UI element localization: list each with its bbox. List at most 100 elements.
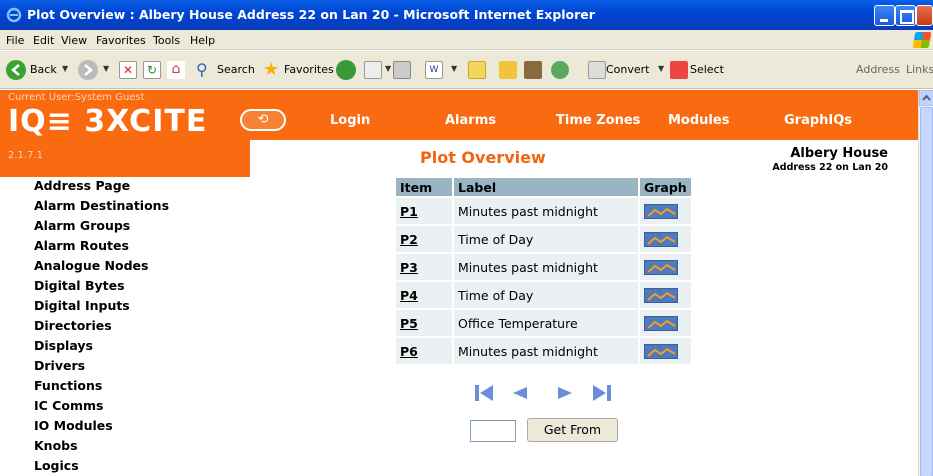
version-number: 2.1.7.1	[8, 150, 43, 161]
nav-alarms[interactable]: Alarms	[445, 113, 496, 128]
sidebar-item-digital-bytes[interactable]: Digital Bytes	[34, 277, 234, 297]
sidebar-item-alarm-destinations[interactable]: Alarm Destinations	[34, 197, 234, 217]
back-arrow-icon[interactable]	[6, 60, 26, 80]
menu-file[interactable]: File	[6, 34, 24, 47]
forward-dropdown-icon[interactable]: ▼	[103, 64, 109, 73]
nav-login[interactable]: Login	[330, 113, 370, 128]
plot-link-p1[interactable]: P1	[400, 204, 418, 219]
window-title-bar: Plot Overview : Albery House Address 22 …	[0, 0, 933, 30]
app-header: Current User:System Guest IQ≡ 3XCITE 2.1…	[0, 90, 918, 177]
research-icon[interactable]	[524, 61, 542, 79]
print-icon[interactable]	[393, 61, 411, 79]
iqe-3xcite-logo: IQ≡ 3XCITE	[8, 104, 208, 139]
minimize-button[interactable]	[874, 5, 895, 26]
sidebar-item-digital-inputs[interactable]: Digital Inputs	[34, 297, 234, 317]
convert-button[interactable]: Convert	[606, 63, 650, 76]
messenger-icon[interactable]	[499, 61, 517, 79]
sidebar-item-knobs[interactable]: Knobs	[34, 437, 234, 457]
select-button[interactable]: Select	[690, 63, 724, 76]
plot-label: Office Temperature	[454, 310, 638, 336]
maximize-button[interactable]	[895, 5, 916, 26]
menu-edit[interactable]: Edit	[33, 34, 54, 47]
table-row: P5 Office Temperature	[396, 310, 691, 336]
menu-help[interactable]: Help	[190, 34, 215, 47]
menu-favorites[interactable]: Favorites	[96, 34, 146, 47]
sidebar-item-ic-comms[interactable]: IC Comms	[34, 397, 234, 417]
plot-label: Minutes past midnight	[454, 254, 638, 280]
mail-dropdown-icon[interactable]: ▼	[385, 64, 391, 73]
refresh-button[interactable]: ⟲	[240, 109, 286, 131]
site-address: Address 22 on Lan 20	[772, 162, 888, 173]
plot-label: Time of Day	[454, 226, 638, 252]
refresh-arrows-icon: ⟲	[257, 112, 269, 127]
convert-dropdown-icon[interactable]: ▼	[658, 64, 664, 73]
stop-icon[interactable]: ✕	[119, 61, 137, 79]
window-title: Plot Overview : Albery House Address 22 …	[27, 7, 595, 22]
forward-arrow-icon[interactable]	[78, 60, 98, 80]
messenger-people-icon[interactable]	[551, 61, 569, 79]
menu-tools[interactable]: Tools	[153, 34, 180, 47]
plot-link-p3[interactable]: P3	[400, 260, 418, 275]
sidebar-item-alarm-groups[interactable]: Alarm Groups	[34, 217, 234, 237]
table-row: P4 Time of Day	[396, 282, 691, 308]
menu-view[interactable]: View	[61, 34, 87, 47]
plot-label: Minutes past midnight	[454, 198, 638, 224]
table-row: P2 Time of Day	[396, 226, 691, 252]
windows-logo-icon	[912, 32, 932, 48]
plot-link-p6[interactable]: P6	[400, 344, 418, 359]
history-icon[interactable]	[336, 60, 356, 80]
favorites-button[interactable]: Favorites	[284, 63, 334, 76]
internet-explorer-icon	[6, 7, 22, 23]
table-header-row: Item Label Graph	[396, 178, 691, 196]
close-button[interactable]	[916, 5, 933, 26]
convert-icon[interactable]	[588, 61, 606, 79]
plot-link-p2[interactable]: P2	[400, 232, 418, 247]
edit-dropdown-icon[interactable]: ▼	[451, 64, 457, 73]
search-icon[interactable]: ⚲	[196, 61, 214, 79]
get-from-input[interactable]	[470, 420, 516, 442]
word-edit-icon[interactable]: W	[425, 61, 443, 79]
next-page-icon[interactable]	[555, 383, 575, 403]
sidebar-item-address-page[interactable]: Address Page	[34, 177, 234, 197]
plot-link-p5[interactable]: P5	[400, 316, 418, 331]
column-header-item: Item	[396, 178, 452, 196]
last-page-icon[interactable]	[591, 383, 613, 403]
home-icon[interactable]: ⌂	[167, 61, 185, 79]
back-button[interactable]: Back	[30, 63, 57, 76]
graph-icon[interactable]	[644, 316, 678, 331]
sidebar-item-directories[interactable]: Directories	[34, 317, 234, 337]
sidebar-item-alarm-routes[interactable]: Alarm Routes	[34, 237, 234, 257]
previous-page-icon[interactable]	[510, 383, 530, 403]
back-dropdown-icon[interactable]: ▼	[62, 64, 68, 73]
first-page-icon[interactable]	[473, 383, 495, 403]
graph-icon[interactable]	[644, 204, 678, 219]
plot-link-p4[interactable]: P4	[400, 288, 418, 303]
sidebar-item-drivers[interactable]: Drivers	[34, 357, 234, 377]
nav-modules[interactable]: Modules	[668, 113, 729, 128]
graph-icon[interactable]	[644, 288, 678, 303]
note-icon[interactable]	[468, 61, 486, 79]
search-button[interactable]: Search	[217, 63, 255, 76]
get-from-button[interactable]: Get From	[527, 418, 618, 442]
refresh-icon[interactable]: ↻	[143, 61, 161, 79]
mail-icon[interactable]	[364, 61, 382, 79]
sidebar-item-analogue-nodes[interactable]: Analogue Nodes	[34, 257, 234, 277]
graph-icon[interactable]	[644, 260, 678, 275]
graph-icon[interactable]	[644, 344, 678, 359]
address-label: Address	[856, 63, 900, 76]
sidebar-item-logics[interactable]: Logics	[34, 457, 234, 476]
sidebar-item-functions[interactable]: Functions	[34, 377, 234, 397]
nav-time-zones[interactable]: Time Zones	[556, 113, 640, 128]
sidebar-item-io-modules[interactable]: IO Modules	[34, 417, 234, 437]
scroll-thumb[interactable]	[920, 107, 933, 476]
scroll-up-icon[interactable]	[919, 90, 933, 106]
vertical-scrollbar[interactable]	[918, 90, 933, 476]
links-label[interactable]: Links	[906, 63, 933, 76]
favorites-star-icon[interactable]: ★	[263, 61, 281, 79]
sidebar-menu: Address Page Alarm Destinations Alarm Gr…	[34, 177, 234, 476]
sidebar-item-displays[interactable]: Displays	[34, 337, 234, 357]
nav-graphiqs[interactable]: GraphIQs	[784, 113, 852, 128]
graph-icon[interactable]	[644, 232, 678, 247]
table-row: P6 Minutes past midnight	[396, 338, 691, 364]
select-icon[interactable]	[670, 61, 688, 79]
